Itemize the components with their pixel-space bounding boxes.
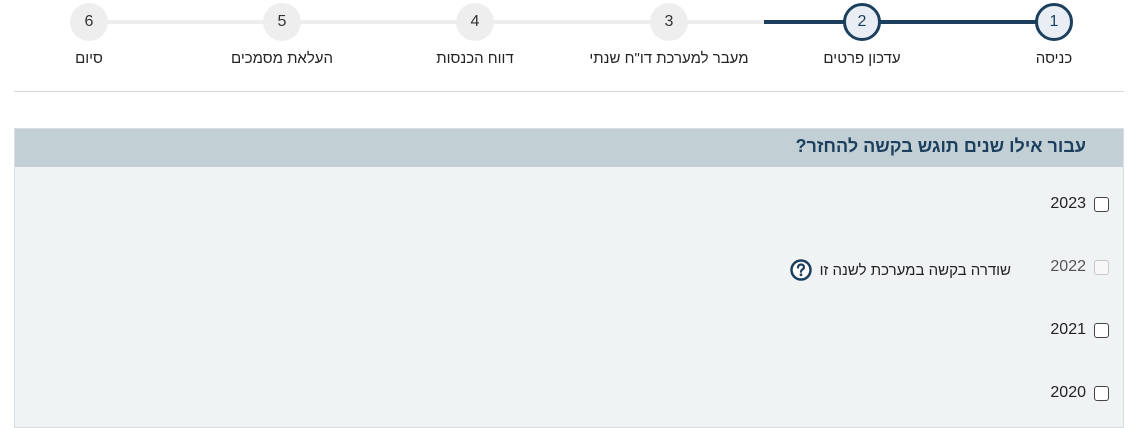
year-checkbox[interactable]	[1094, 385, 1109, 401]
step-number: 5	[263, 3, 301, 41]
step-label: סיום	[75, 50, 103, 67]
step-upload-documents: 5 העלאת מסמכים	[202, 0, 362, 67]
year-label: 2020	[1050, 384, 1086, 401]
year-label: 2022	[1050, 258, 1086, 275]
years-selection-panel: עבור אילו שנים תוגש בקשה להחזר? 2023 202…	[14, 128, 1124, 428]
step-number: 6	[70, 3, 108, 41]
step-update-details: 2 עדכון פרטים	[782, 0, 942, 67]
year-option-2023[interactable]: 2023	[1050, 193, 1109, 215]
years-question-heading: עבור אילו שנים תוגש בקשה להחזר?	[15, 129, 1123, 167]
year-label: 2021	[1050, 321, 1086, 338]
step-number: 2	[843, 3, 881, 41]
stepper-divider	[14, 91, 1124, 92]
step-income-report: 4 דווח הכנסות	[395, 0, 555, 67]
step-label: כניסה	[1035, 50, 1073, 67]
year-option-2022: 2022	[1050, 256, 1109, 278]
step-number: 3	[650, 3, 688, 41]
step-number: 4	[456, 3, 494, 41]
year-checkbox-disabled	[1094, 259, 1109, 275]
step-label: העלאת מסמכים	[230, 50, 334, 67]
step-label: דווח הכנסות	[436, 50, 514, 67]
year-checkbox[interactable]	[1094, 322, 1109, 338]
step-annual-report: 3 מעבר למערכת דו"ח שנתי	[589, 0, 749, 67]
step-entry: 1 כניסה	[974, 0, 1134, 67]
year-2022-note: שודרה בקשה במערכת לשנה זו	[789, 259, 1011, 281]
step-number: 1	[1035, 3, 1073, 41]
step-label: עדכון פרטים	[823, 50, 901, 67]
question-circle-icon[interactable]	[789, 259, 812, 281]
already-submitted-note: שודרה בקשה במערכת לשנה זו	[819, 261, 1011, 279]
progress-stepper: 1 כניסה 2 עדכון פרטים 3 מעבר למערכת דו"ח…	[0, 0, 1145, 92]
year-option-2021[interactable]: 2021	[1050, 319, 1109, 341]
year-label: 2023	[1050, 195, 1086, 212]
step-label: מעבר למערכת דו"ח שנתי	[589, 50, 749, 67]
year-checkbox[interactable]	[1094, 196, 1109, 212]
year-option-2020[interactable]: 2020	[1050, 382, 1109, 404]
step-finish: 6 סיום	[9, 0, 169, 67]
